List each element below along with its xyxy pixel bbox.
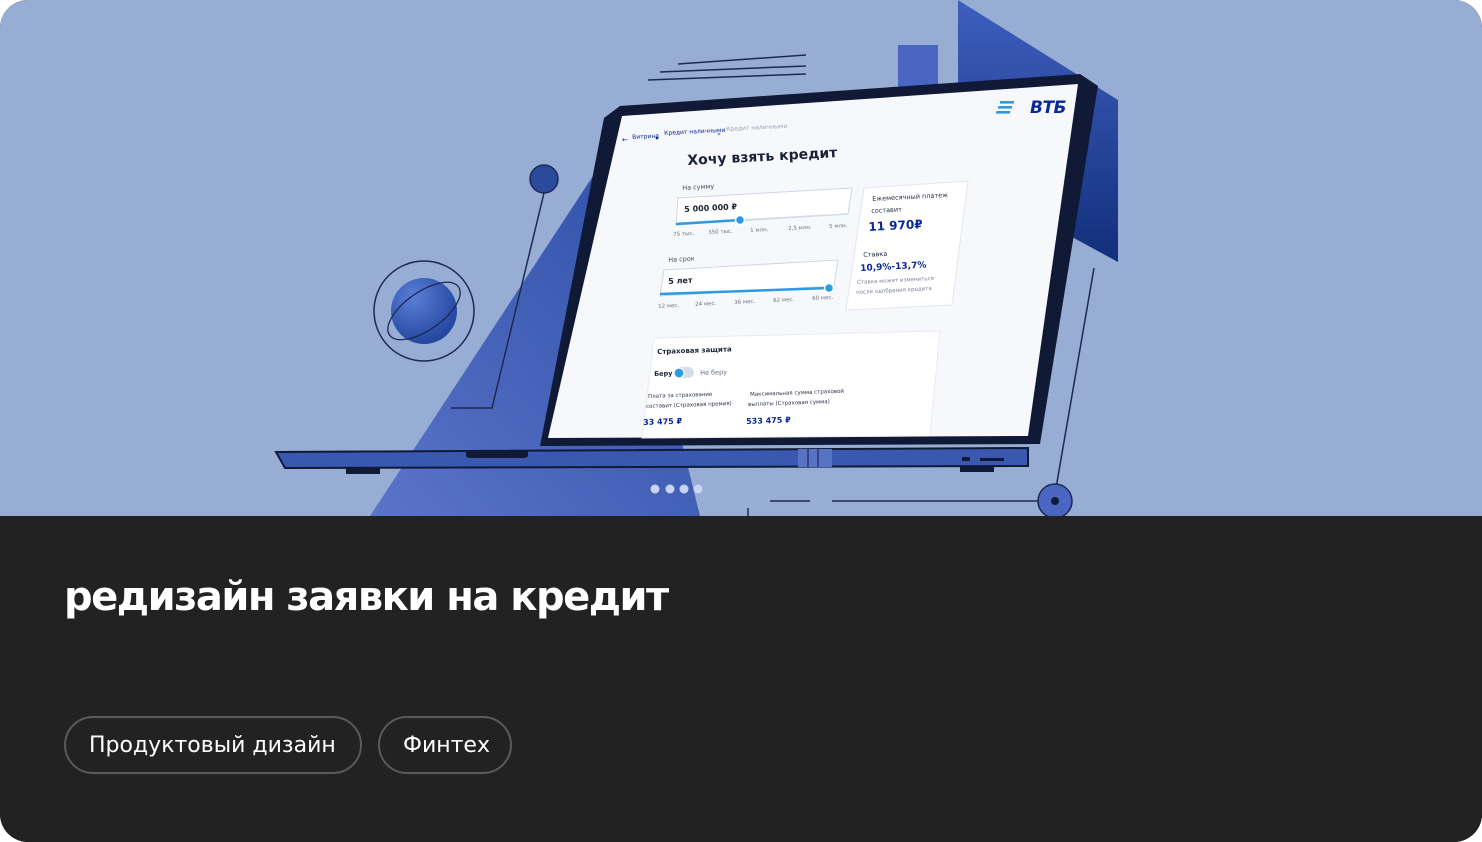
amount-tick: 1 млн. [750,227,769,234]
payment-label: составит [871,205,903,215]
max-sum-value: 533 475 ₽ [746,415,791,426]
payment-label: Ежемесячный платеж [872,191,949,203]
tag-product-design[interactable]: Продуктовый дизайн [64,716,362,774]
rate-note: Ставка может измениться [857,275,935,286]
breadcrumb-item[interactable]: Кредит наличными [664,127,725,137]
project-info: редизайн заявки на кредит Продуктовый ди… [0,516,1482,842]
amount-label: На сумму [682,182,715,192]
tag-list: Продуктовый дизайн Финтех [64,716,512,774]
project-card[interactable]: ← ВТБ Витрина Кредит наличными Кредит на… [0,0,1482,842]
term-value[interactable]: 5 лет [668,276,693,286]
insurance-title: Страховая защита [657,345,732,356]
loan-form-screen: ВТБ Витрина Кредит наличными Кредит нали… [0,0,1482,516]
toggle-on-label[interactable]: Беру [654,369,673,378]
tag-fintech[interactable]: Финтех [378,716,512,774]
max-sum-label: выплаты (Страховая сумма) [748,399,830,408]
amount-tick: 5 млн. [829,223,848,230]
amount-tick: 75 тыс. [673,230,695,238]
fee-label: составит (Страховая премия) [646,401,732,410]
amount-value[interactable]: 5 000 000 ₽ [684,202,737,214]
amount-tick: 2,5 млн. [788,224,812,232]
fee-value: 33 475 ₽ [643,416,683,427]
payment-value: 11 970₽ [868,217,923,234]
term-tick: 12 мес. [658,302,680,310]
rate-label: Ставка [863,249,888,259]
project-title[interactable]: редизайн заявки на кредит [64,574,669,620]
max-sum-label: Максимальная сумма страховой [750,388,845,398]
breadcrumb-item[interactable]: Витрина [632,133,659,141]
form-title: Хочу взять кредит [687,145,838,169]
rate-value: 10,9%-13,7% [860,260,927,274]
term-tick: 24 мес. [695,300,717,308]
term-tick: 60 мес. [812,294,834,302]
toggle-off-label[interactable]: Не беру [700,368,727,377]
term-tick: 62 мес. [773,296,795,304]
fee-label: Плата за страхование [648,391,713,400]
vtb-logo: ВТБ [1030,98,1067,118]
amount-tick: 350 тыс. [708,228,733,236]
term-label: На срок [668,254,695,264]
breadcrumb-item-current: Кредит наличными [726,122,788,133]
term-tick: 36 мес. [734,298,756,306]
rate-note: после одобрения кредита [856,286,933,296]
hero-illustration: ← ВТБ Витрина Кредит наличными Кредит на… [0,0,1482,516]
